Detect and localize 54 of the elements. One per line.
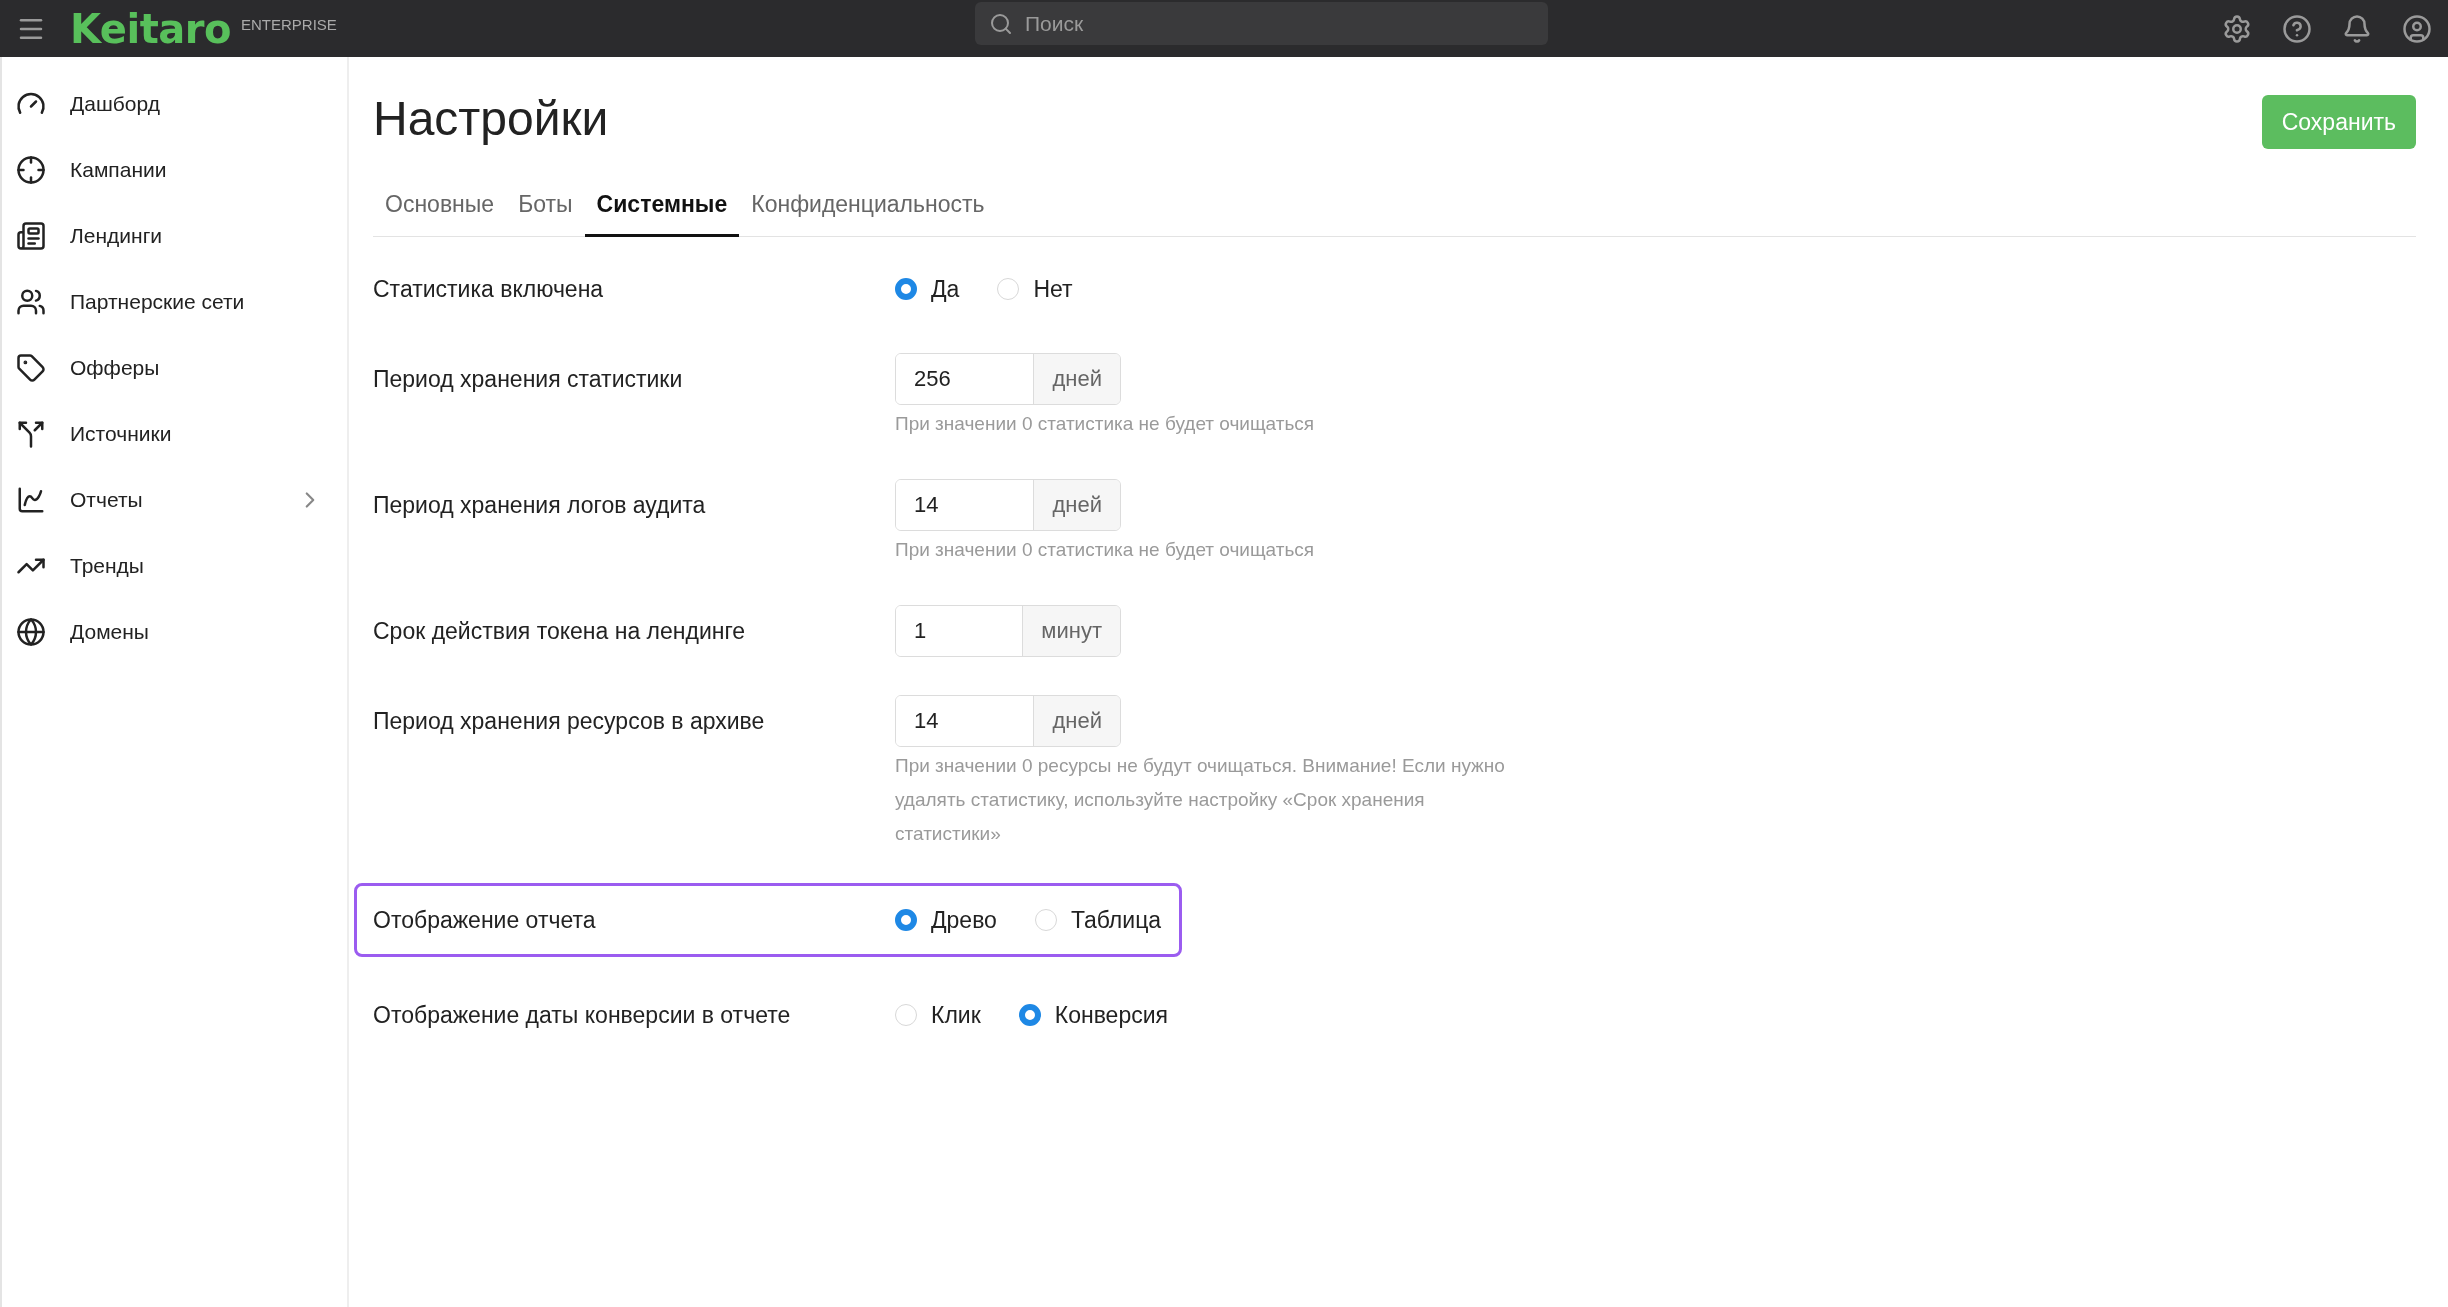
chart-icon [16, 485, 46, 515]
logo: Keitaro [70, 5, 231, 52]
settings-icon[interactable] [2222, 13, 2252, 44]
unit-addon: минут [1022, 606, 1120, 656]
radio-option[interactable]: Нет [997, 275, 1073, 303]
sidebar-item[interactable]: Тренды [2, 533, 347, 599]
sidebar-item[interactable]: Источники [2, 401, 347, 467]
document-icon [16, 221, 46, 251]
search-icon [989, 11, 1013, 36]
split-icon [16, 419, 46, 449]
tag-icon [16, 353, 46, 383]
people-icon [16, 287, 46, 317]
hint-text: При значении 0 статистика не будет очищаться [895, 538, 1315, 562]
tab[interactable]: Основные [373, 179, 507, 237]
radio-option[interactable]: Таблица [1034, 906, 1162, 934]
sidebar-item[interactable]: Отчеты [2, 467, 347, 533]
number-field[interactable]: 1 минут [895, 605, 1121, 657]
field-label: Период хранения ресурсов в архиве [373, 707, 766, 736]
sidebar-item[interactable]: Партнерские сети [2, 269, 347, 335]
field-label: Отображение отчета [373, 906, 597, 935]
number-field[interactable]: 14 дней [895, 479, 1121, 531]
radio-option[interactable]: Древо [895, 906, 997, 934]
number-field[interactable]: 256 дней [895, 353, 1121, 405]
sidebar-item[interactable]: Офферы [2, 335, 347, 401]
tab[interactable]: Конфиденциальность [739, 179, 997, 237]
search-field[interactable]: Поиск [975, 2, 1548, 45]
field-label: Период хранения логов аудита [373, 491, 707, 520]
search-input[interactable]: Поиск [1023, 10, 1534, 37]
globe-icon [16, 617, 46, 647]
field-label: Отображение даты конверсии в отчете [373, 1001, 792, 1030]
sidebar-item[interactable]: Домены [2, 599, 347, 665]
field-label: Статистика включена [373, 275, 605, 304]
field-label: Период хранения статистики [373, 365, 684, 394]
crosshair-icon [16, 155, 46, 185]
sidebar-item[interactable]: Кампании [2, 137, 347, 203]
edition-label: ENTERPRISE [240, 16, 337, 33]
page-title: Настройки [373, 91, 609, 146]
unit-addon: дней [1033, 696, 1120, 746]
help-icon[interactable] [2282, 13, 2312, 44]
radio-option[interactable]: Клик [895, 1001, 981, 1029]
bell-icon[interactable] [2342, 13, 2372, 44]
hint-text: При значении 0 статистика не будет очищаться [895, 412, 1315, 436]
radio-option[interactable]: Конверсия [1018, 1001, 1168, 1029]
user-icon[interactable] [2402, 13, 2432, 44]
sidebar-item[interactable]: Дашборд [2, 71, 347, 137]
radio-option[interactable]: Да [895, 275, 960, 303]
number-field[interactable]: 14 дней [895, 695, 1121, 747]
sidebar-item[interactable]: Лендинги [2, 203, 347, 269]
unit-addon: дней [1033, 354, 1120, 404]
hint-text: При значении 0 ресурсы не будут очищаться. Внимание! Если нужно удалять статистику, используйте настройку «Срок хранения статистики» [895, 754, 1505, 846]
unit-addon: дней [1033, 480, 1120, 530]
tab[interactable]: Системные [584, 179, 740, 237]
field-label: Срок действия токена на лендинге [373, 617, 747, 646]
tab[interactable]: Боты [506, 179, 585, 237]
